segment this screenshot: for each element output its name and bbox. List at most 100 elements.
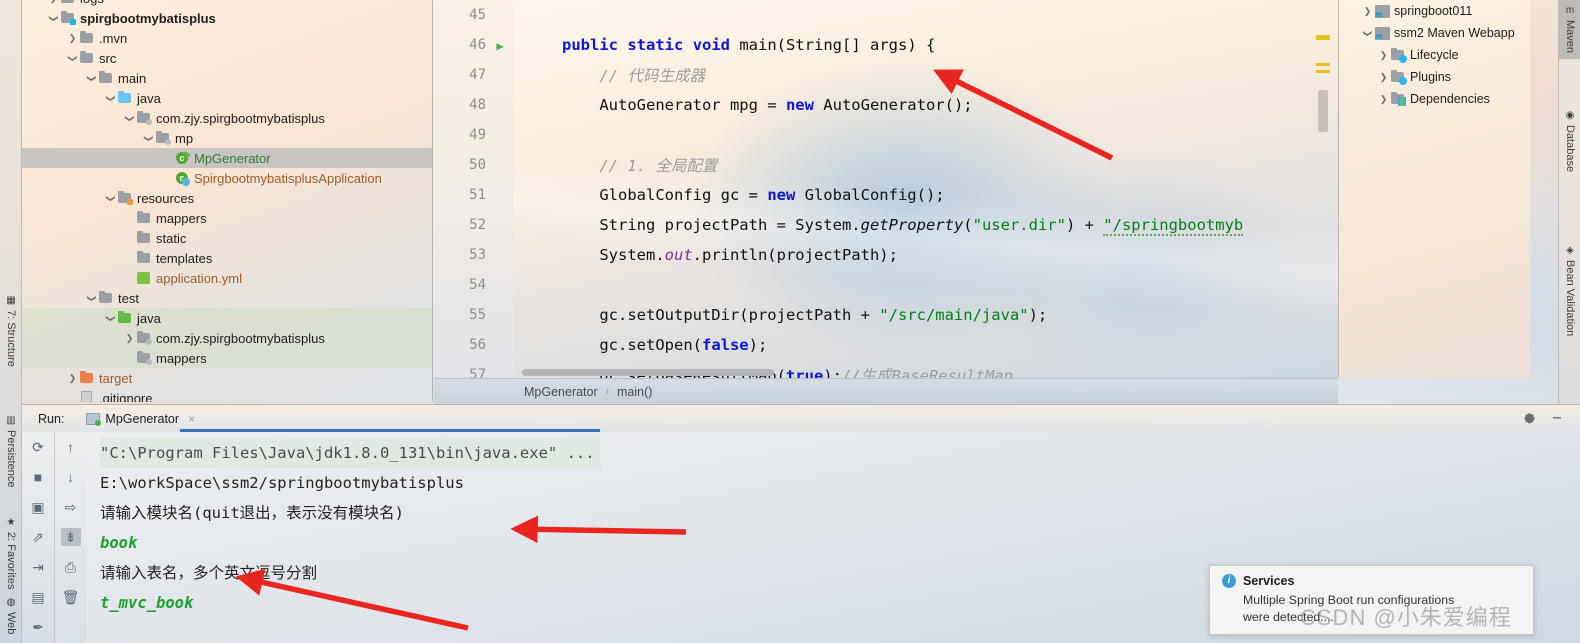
pin-icon[interactable]: ✒ bbox=[28, 618, 48, 636]
chevron-right-icon[interactable]: ❯ bbox=[1377, 72, 1390, 83]
line-number: 47 bbox=[469, 67, 486, 83]
chevron-down-icon[interactable]: ❯ bbox=[105, 192, 116, 205]
tree-node-application-yml[interactable]: ❯ application.yml bbox=[22, 268, 432, 288]
warning-marker[interactable] bbox=[1316, 63, 1330, 66]
close-icon[interactable]: × bbox=[188, 412, 195, 426]
left-tool-tab-structure[interactable]: ▦ 7: Structure bbox=[0, 290, 22, 373]
warning-marker[interactable] bbox=[1316, 35, 1330, 40]
code-line-52[interactable]: 52 String projectPath = System.getProper… bbox=[434, 210, 1338, 240]
warning-marker[interactable] bbox=[1316, 70, 1330, 73]
layout-icon[interactable]: ▤ bbox=[28, 588, 48, 606]
chevron-down-icon[interactable]: ❯ bbox=[48, 12, 59, 25]
chevron-right-icon[interactable]: ❯ bbox=[1377, 50, 1390, 61]
code-line-56[interactable]: 56 gc.setOpen(false); bbox=[434, 330, 1338, 360]
editor-horizontal-scrollbar[interactable] bbox=[522, 369, 774, 376]
code-line-50[interactable]: 50 // 1. 全局配置 bbox=[434, 150, 1338, 180]
tree-node-main[interactable]: ❯ main bbox=[22, 68, 432, 88]
tree-node-spirgbootmybatisplusapplication[interactable]: ❯c SpirgbootmybatisplusApplication bbox=[22, 168, 432, 188]
code-line-46[interactable]: 46 ▶ public static void main(String[] args… bbox=[434, 30, 1338, 60]
chevron-down-icon[interactable]: ❯ bbox=[105, 312, 116, 325]
trash-icon[interactable]: 🗑 bbox=[61, 588, 81, 606]
thread-dump-icon[interactable]: ⇗ bbox=[28, 528, 48, 546]
maven-node-plugins[interactable]: ❯ Plugins bbox=[1339, 66, 1530, 88]
down-arrow-icon[interactable]: ↓ bbox=[61, 468, 81, 486]
tree-node-label: resources bbox=[137, 190, 195, 206]
tree-node-templates[interactable]: ❯ templates bbox=[22, 248, 432, 268]
code-line-54[interactable]: 54 bbox=[434, 270, 1338, 300]
scroll-to-end-icon[interactable]: ⇟ bbox=[60, 528, 81, 546]
minimize-icon[interactable] bbox=[1550, 411, 1564, 427]
code-line-53[interactable]: 53 System.out.println(projectPath); bbox=[434, 240, 1338, 270]
tree-node-logs[interactable]: ❯ logs bbox=[22, 0, 432, 8]
project-tool-window[interactable]: ❯ logs ❯spirgbootmybatisplus❯.mvn❯src❯main… bbox=[22, 0, 433, 402]
tree-node-mpgenerator[interactable]: ❯cMpGenerator bbox=[22, 148, 432, 168]
chevron-down-icon[interactable]: ❯ bbox=[143, 132, 154, 145]
chevron-down-icon[interactable]: ❯ bbox=[1362, 27, 1373, 40]
gear-icon[interactable] bbox=[1523, 411, 1536, 427]
tree-node-mp[interactable]: ❯ mp bbox=[22, 128, 432, 148]
left-tool-tab-web[interactable]: ◍ Web bbox=[0, 592, 22, 640]
breadcrumb-method[interactable]: main() bbox=[617, 385, 652, 399]
left-tool-tab-favorites[interactable]: ★ 2: Favorites bbox=[0, 512, 22, 595]
code-text: public static void main(String[] args) { bbox=[562, 36, 936, 54]
tree-node-label: logs bbox=[80, 0, 104, 6]
rerun-icon[interactable]: ⟳ bbox=[28, 438, 48, 456]
chevron-right-icon[interactable]: ❯ bbox=[66, 373, 79, 384]
export-icon[interactable]: ⇥ bbox=[28, 558, 48, 576]
breadcrumb[interactable]: MpGenerator › main() bbox=[434, 378, 1338, 404]
chevron-down-icon[interactable]: ❯ bbox=[67, 52, 78, 65]
chevron-down-icon[interactable]: ❯ bbox=[86, 72, 97, 85]
tree-node-mappers[interactable]: ❯ mappers bbox=[22, 348, 432, 368]
chevron-down-icon[interactable]: ❯ bbox=[124, 112, 135, 125]
tree-node-gitignore[interactable]: ❯ .gitignore bbox=[22, 388, 432, 402]
maven-node-dependencies[interactable]: ❯ Dependencies bbox=[1339, 88, 1530, 110]
tree-node-spirgbootmybatisplus[interactable]: ❯ spirgbootmybatisplus bbox=[22, 8, 432, 28]
chevron-down-icon[interactable]: ❯ bbox=[86, 292, 97, 305]
right-tool-tab-database[interactable]: ◉ Database bbox=[1559, 105, 1580, 178]
tree-node-com-zjy-spirgbootmybatisplus[interactable]: ❯ com.zjy.spirgbootmybatisplus bbox=[22, 108, 432, 128]
tree-node-target[interactable]: ❯ target bbox=[22, 368, 432, 388]
chevron-down-icon[interactable]: ❯ bbox=[105, 92, 116, 105]
tree-node-mvn[interactable]: ❯ .mvn bbox=[22, 28, 432, 48]
stop-icon[interactable]: ■ bbox=[28, 468, 48, 486]
breadcrumb-class[interactable]: MpGenerator bbox=[524, 385, 598, 399]
tree-node-java[interactable]: ❯ java bbox=[22, 308, 432, 328]
print-icon[interactable]: ⎙ bbox=[61, 558, 81, 576]
editor-vertical-scrollbar[interactable] bbox=[1316, 0, 1330, 378]
maven-project-icon: m bbox=[1374, 26, 1390, 41]
camera-icon[interactable]: ▣ bbox=[28, 498, 48, 516]
maven-node-lifecycle[interactable]: ❯ Lifecycle bbox=[1339, 44, 1530, 66]
soft-wrap-icon[interactable]: ⇨ bbox=[61, 498, 81, 516]
chevron-right-icon[interactable]: ❯ bbox=[66, 33, 79, 44]
tool-tab-label: Database bbox=[1564, 125, 1576, 173]
run-gutter-icon[interactable]: ▶ bbox=[486, 36, 514, 54]
up-arrow-icon[interactable]: ↑ bbox=[61, 438, 81, 456]
tree-node-test[interactable]: ❯ test bbox=[22, 288, 432, 308]
chevron-right-icon[interactable]: ❯ bbox=[1377, 94, 1390, 105]
code-editor[interactable]: 45 46 ▶ public static void main(String[] ar… bbox=[434, 0, 1338, 378]
code-line-45[interactable]: 45 bbox=[434, 0, 1338, 30]
code-line-55[interactable]: 55 gc.setOutputDir(projectPath + "/src/m… bbox=[434, 300, 1338, 330]
tree-node-static[interactable]: ❯ static bbox=[22, 228, 432, 248]
scrollbar-thumb[interactable] bbox=[1318, 90, 1328, 132]
chevron-right-icon[interactable]: ❯ bbox=[1361, 6, 1374, 17]
tree-node-resources[interactable]: ❯ resources bbox=[22, 188, 432, 208]
run-tab-mpgenerator[interactable]: MpGenerator × bbox=[80, 410, 201, 428]
left-tool-tab-persistence[interactable]: ▥ Persistence bbox=[0, 410, 22, 493]
code-line-49[interactable]: 49 bbox=[434, 120, 1338, 150]
right-tool-tab-maven[interactable]: m Maven bbox=[1559, 0, 1580, 60]
tree-node-com-zjy-spirgbootmybatisplus[interactable]: ❯ com.zjy.spirgbootmybatisplus bbox=[22, 328, 432, 348]
code-line-51[interactable]: 51 GlobalConfig gc = new GlobalConfig(); bbox=[434, 180, 1338, 210]
left-tool-tab-strip: ▦ 7: Structure ▥ Persistence ★ 2: Favorites ◍ W… bbox=[0, 0, 22, 643]
code-line-48[interactable]: 48 AutoGenerator mpg = new AutoGenerator… bbox=[434, 90, 1338, 120]
tree-node-java[interactable]: ❯ java bbox=[22, 88, 432, 108]
tree-node-mappers[interactable]: ❯ mappers bbox=[22, 208, 432, 228]
code-line-47[interactable]: 47 // 代码生成器 bbox=[434, 60, 1338, 90]
chevron-right-icon[interactable]: ❯ bbox=[123, 333, 136, 344]
right-tool-tab-bean-validation[interactable]: ◈ Bean Validation bbox=[1559, 240, 1580, 342]
maven-node-springboot011[interactable]: ❯ m springboot011 bbox=[1339, 0, 1530, 22]
maven-tool-window[interactable]: ❯ m springboot011 ❯ m ssm2 Maven Webapp ❯ Lifec… bbox=[1338, 0, 1530, 378]
maven-node-ssm2-maven-webapp[interactable]: ❯ m ssm2 Maven Webapp bbox=[1339, 22, 1530, 44]
tree-node-src[interactable]: ❯ src bbox=[22, 48, 432, 68]
chevron-right-icon[interactable]: ❯ bbox=[47, 0, 60, 4]
